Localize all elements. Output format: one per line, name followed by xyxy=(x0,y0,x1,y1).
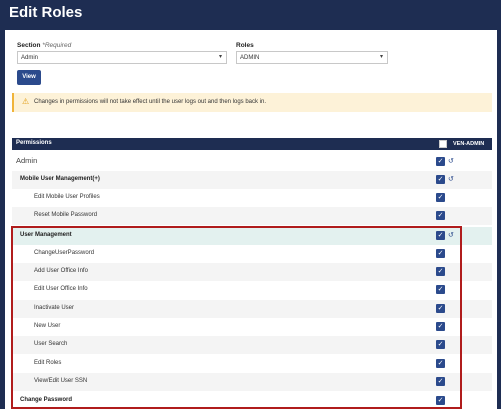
view-button[interactable]: View xyxy=(17,70,41,85)
select-all-checkbox[interactable] xyxy=(439,140,447,148)
roles-select[interactable]: ADMIN ▾ xyxy=(236,51,388,64)
checkbox-checked-icon[interactable]: ✓ xyxy=(436,193,445,202)
roles-label-group: Roles xyxy=(236,42,254,49)
history-icon[interactable]: ↺ xyxy=(448,175,454,183)
content-panel: Section *Required Admin ▾ Roles ADMIN ▾ … xyxy=(5,30,497,409)
app-window: Edit Roles Section *Required Admin ▾ Rol… xyxy=(0,0,501,409)
checkbox-checked-icon[interactable]: ✓ xyxy=(436,157,445,166)
required-note: *Required xyxy=(42,42,72,49)
annotation-highlight-box xyxy=(11,226,462,409)
table-row: Admin ✓ ↺ xyxy=(12,153,492,171)
page-header: Edit Roles xyxy=(0,0,501,30)
permission-label: Mobile User Management(+) xyxy=(20,176,100,182)
permission-label: Edit Mobile User Profiles xyxy=(34,194,100,200)
section-select-value: Admin xyxy=(21,55,39,61)
permissions-header: Permissions xyxy=(16,140,52,146)
history-icon[interactable]: ↺ xyxy=(448,157,454,165)
permission-label: Admin xyxy=(16,156,38,165)
roles-label: Roles xyxy=(236,42,254,49)
table-row: Mobile User Management(+) ✓ ↺ xyxy=(12,171,492,189)
permission-label: Reset Mobile Password xyxy=(34,212,98,218)
warning-banner: ⚠ Changes in permissions will not take e… xyxy=(12,93,492,112)
table-row: Edit Mobile User Profiles ✓ xyxy=(12,189,492,207)
chevron-down-icon: ▾ xyxy=(218,54,222,60)
checkbox-checked-icon[interactable]: ✓ xyxy=(436,175,445,184)
role-column-header: VEN-ADMIN xyxy=(453,141,485,147)
checkbox-checked-icon[interactable]: ✓ xyxy=(436,211,445,220)
chevron-down-icon: ▾ xyxy=(379,54,383,60)
roles-select-value: ADMIN xyxy=(240,55,260,61)
permissions-table-header: Permissions VEN-ADMIN xyxy=(12,138,492,150)
section-label: Section xyxy=(17,42,41,49)
page-title: Edit Roles xyxy=(9,4,83,21)
section-select[interactable]: Admin ▾ xyxy=(17,51,227,64)
warning-text: Changes in permissions will not take eff… xyxy=(34,99,267,105)
warning-icon: ⚠ xyxy=(22,97,30,106)
table-row: Reset Mobile Password ✓ xyxy=(12,207,492,225)
section-label-group: Section *Required xyxy=(17,42,71,49)
